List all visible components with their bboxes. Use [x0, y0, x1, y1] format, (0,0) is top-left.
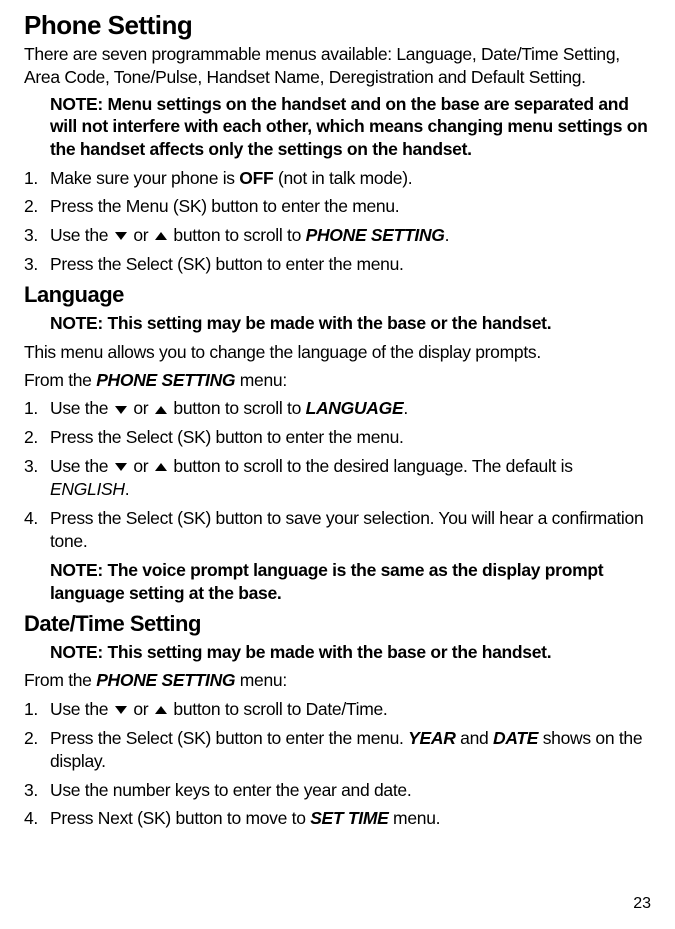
from-phone-setting-menu-2: From the PHONE SETTING menu:	[24, 669, 651, 693]
down-icon	[115, 232, 127, 240]
language-intro: This menu allows you to change the langu…	[24, 341, 651, 365]
language-steps-list: Use the or button to scroll to LANGUAGE.…	[24, 397, 651, 554]
step-1-off: Make sure your phone is OFF (not in talk…	[24, 167, 651, 191]
step-2-menu: Press the Menu (SK) button to enter the …	[24, 195, 651, 219]
step-3-scroll: Use the or button to scroll to PHONE SET…	[24, 224, 651, 248]
note-date-base-handset: NOTE: This setting may be made with the …	[24, 641, 651, 664]
up-icon	[155, 706, 167, 714]
down-icon	[115, 463, 127, 471]
date-steps-list: Use the or button to scroll to Date/Time…	[24, 698, 651, 831]
intro-text: There are seven programmable menus avail…	[24, 43, 651, 89]
top-steps-list: Make sure your phone is OFF (not in talk…	[24, 167, 651, 277]
date-step-2: Press the Select (SK) button to enter th…	[24, 727, 651, 774]
lang-step-2: Press the Select (SK) button to enter th…	[24, 426, 651, 450]
note-language-base-handset: NOTE: This setting may be made with the …	[24, 312, 651, 335]
date-step-4: Press Next (SK) button to move to SET TI…	[24, 807, 651, 831]
lang-step-3: Use the or button to scroll to the desir…	[24, 455, 651, 502]
heading-phone-setting: Phone Setting	[24, 10, 651, 41]
up-icon	[155, 406, 167, 414]
lang-step-1: Use the or button to scroll to LANGUAGE.	[24, 397, 651, 421]
from-phone-setting-menu-1: From the PHONE SETTING menu:	[24, 369, 651, 393]
lang-step-4: Press the Select (SK) button to save you…	[24, 507, 651, 554]
note-separated-settings: NOTE: Menu settings on the handset and o…	[24, 93, 651, 161]
step-4-select: Press the Select (SK) button to enter th…	[24, 253, 651, 277]
up-icon	[155, 463, 167, 471]
date-step-1: Use the or button to scroll to Date/Time…	[24, 698, 651, 722]
up-icon	[155, 232, 167, 240]
heading-date-time: Date/Time Setting	[24, 611, 651, 637]
heading-language: Language	[24, 282, 651, 308]
date-step-3: Use the number keys to enter the year an…	[24, 779, 651, 803]
down-icon	[115, 406, 127, 414]
note-voice-prompt: NOTE: The voice prompt language is the s…	[24, 559, 651, 605]
page-number: 23	[633, 895, 651, 913]
down-icon	[115, 706, 127, 714]
